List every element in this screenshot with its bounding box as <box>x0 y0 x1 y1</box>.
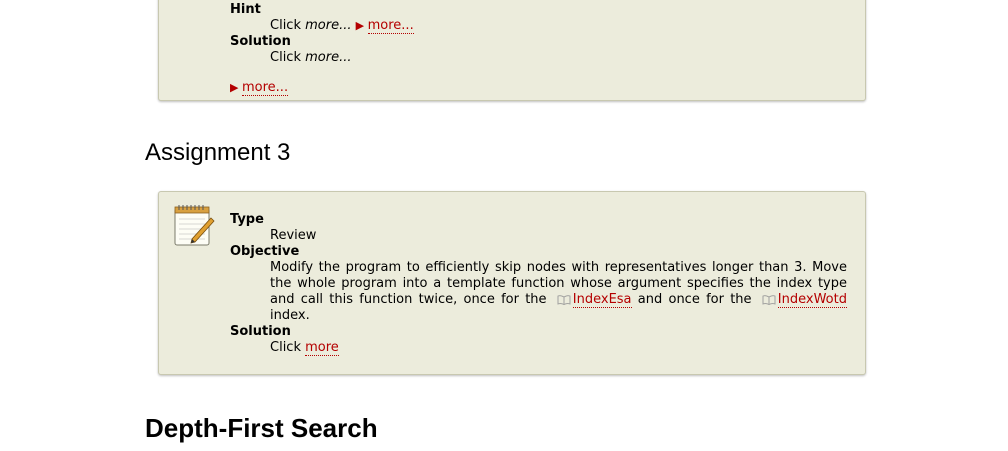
objective-text-3: index. <box>270 308 310 323</box>
objective-description: Modify the program to efficiently skip n… <box>270 260 847 324</box>
book-icon <box>557 294 571 305</box>
expand-arrow-icon[interactable]: ▶ <box>356 18 368 34</box>
solution-click-text: Click <box>270 340 301 355</box>
bottom-more-link[interactable]: more... <box>242 80 289 96</box>
solution-term: Solution <box>230 34 291 49</box>
hint-more-text: more... <box>305 18 352 33</box>
type-value: Review <box>270 228 317 243</box>
notepad-pencil-icon <box>174 205 215 246</box>
solution-description: Click more <box>270 340 847 356</box>
indexwotd-link[interactable]: IndexWotd <box>777 292 847 308</box>
solution-term: Solution <box>230 324 291 339</box>
hint-more-link[interactable]: more... <box>367 18 414 34</box>
assignment-3-heading: Assignment 3 <box>145 139 291 166</box>
type-term: Type <box>230 212 264 227</box>
assignment-3-details: Type Review Objective Modify the program… <box>230 212 847 356</box>
more-row: ▶ more... <box>230 80 847 96</box>
assignment-3-box: Type Review Objective Modify the program… <box>158 191 866 375</box>
hint-description: Click more... ▶ more... <box>270 18 847 34</box>
solution-more-link[interactable]: more <box>305 340 339 356</box>
indexesa-link[interactable]: IndexEsa <box>572 292 632 308</box>
objective-text-2: and once for the <box>637 292 752 307</box>
solution-click-text: Click <box>270 50 301 65</box>
depth-first-search-heading: Depth-First Search <box>145 413 378 443</box>
solution-more-text: more... <box>305 50 352 65</box>
expand-arrow-icon[interactable]: ▶ <box>230 80 242 96</box>
solution-description: Click more... <box>270 50 847 66</box>
hint-click-text: Click <box>270 18 301 33</box>
objective-term: Objective <box>230 244 300 259</box>
book-icon <box>762 294 776 305</box>
assignment-2-box: Hint Click more... ▶ more... Solution Cli… <box>158 0 866 101</box>
assignment-2-details: Hint Click more... ▶ more... Solution Cli… <box>230 2 847 96</box>
hint-term: Hint <box>230 2 261 17</box>
